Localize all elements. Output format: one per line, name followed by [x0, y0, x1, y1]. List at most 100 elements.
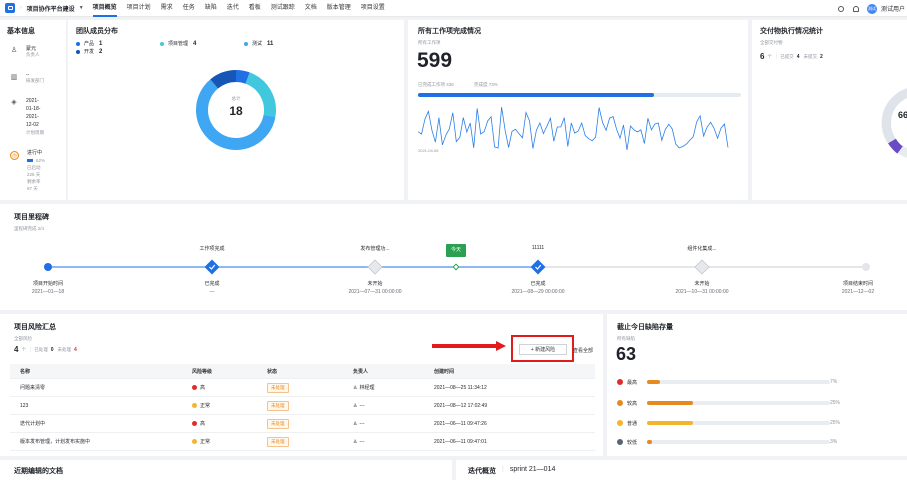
risk-name[interactable]: 问题来清零	[10, 384, 192, 391]
defect-bar-fill	[647, 401, 693, 405]
risk-count: 4	[14, 345, 19, 354]
unhandled-label: 未处理	[57, 346, 72, 352]
defect-percent: 3%	[830, 439, 838, 445]
tab-1[interactable]: 项目计划	[127, 0, 151, 17]
donut-label: 总计	[231, 96, 241, 101]
app-logo-icon[interactable]	[5, 3, 15, 13]
milestone-title: 11111	[531, 245, 545, 251]
started-days: 225 天	[27, 172, 41, 177]
diamond-icon: ◈	[11, 99, 17, 106]
defect-level-row: 普通	[617, 418, 832, 428]
defect-bar-fill	[647, 380, 660, 384]
owner-info: ♙ 蒙元 负责人	[10, 45, 40, 58]
legend-item: 产品 1	[76, 40, 102, 47]
status-progress-icon	[27, 159, 33, 162]
new-risk-button[interactable]: + 新建风险	[519, 344, 567, 355]
tab-9[interactable]: 版本管理	[327, 0, 351, 17]
tab-4[interactable]: 缺陷	[205, 0, 217, 17]
donut-slice-开发	[210, 70, 237, 89]
defect-level-label: 较高	[627, 400, 638, 407]
tab-7[interactable]: 测试跟踪	[271, 0, 295, 17]
defect-level-icon	[617, 400, 623, 406]
period-line: 01-18-	[26, 106, 41, 112]
deliverables-count: 6	[760, 52, 765, 61]
milestone-state: 已完成	[204, 281, 220, 287]
col-name: 名称	[20, 368, 31, 375]
defect-bar-fill	[647, 440, 653, 444]
milestone-node[interactable]	[44, 263, 52, 271]
work-date-label: 2021-04-06	[418, 148, 439, 153]
donut-slice-产品	[235, 70, 250, 84]
work-items-panel: 所有工作项完成情况 所有工作项 599 已完成工作项 436 完成度 73% 2…	[408, 20, 748, 200]
sprint-overview-panel: 迭代概览 | sprint 21—014	[456, 460, 907, 480]
milestone-state: 项目开始时间	[32, 281, 63, 287]
tab-6[interactable]: 看板	[249, 0, 261, 17]
milestone-state: 已完成	[530, 281, 546, 287]
milestone-date: 2021—07—31 00:00:00	[348, 289, 402, 295]
unsubmitted-count: 2	[820, 53, 823, 60]
defect-level-row: 较低	[617, 437, 832, 447]
legend-dot	[160, 41, 164, 46]
avatar[interactable]: 测试	[866, 3, 877, 14]
milestone-node[interactable]	[530, 259, 546, 275]
legend-label: 产品	[84, 41, 95, 47]
risk-name[interactable]: 123	[10, 403, 192, 409]
table-row[interactable]: 问题来清零 高 未处理 ♙ 林经理 2021—08—25 11:34:12	[10, 379, 595, 397]
col-level: 风险等级	[192, 368, 213, 375]
tab-8[interactable]: 文档	[305, 0, 317, 17]
department-info: ▥ -- 研发部门	[10, 72, 44, 84]
milestone-node[interactable]	[862, 263, 870, 271]
period-label: 计划周期	[26, 130, 44, 135]
legend-label: 测试	[252, 41, 263, 47]
tab-2[interactable]: 需求	[161, 0, 173, 17]
risk-level-text: 正常	[200, 402, 211, 409]
tab-5[interactable]: 迭代	[227, 0, 239, 17]
risk-created: 2021—06—11 09:47:26	[434, 420, 487, 427]
table-row[interactable]: 迭代计划中 高 未处理 ♙ --- 2021—06—11 09:47:26	[10, 415, 595, 433]
defect-percent: 25%	[830, 420, 841, 426]
risk-owner: ---	[359, 402, 365, 409]
milestone-title: 发布管理功...	[360, 246, 390, 252]
table-row[interactable]: 版本发布管理，计划发布实施中 正常 未处理 ♙ --- 2021—06—11 09:47:…	[10, 433, 595, 451]
deliverables-stats: 6 个 | 已提交 4 未提交 2	[760, 52, 823, 61]
tab-0[interactable]: 项目概览	[92, 0, 117, 17]
status-state: 进行中	[27, 150, 43, 156]
user-name[interactable]: 测试用户	[881, 4, 905, 13]
work-completed: 已完成工作项 436	[418, 82, 454, 87]
milestone-node[interactable]	[694, 259, 710, 275]
risk-name[interactable]: 迭代计划中	[10, 420, 192, 427]
milestones-panel: 项目里程碑 里程碑完成 2/4 今天 项目开始时间 2021—01—18 工作项完成…	[0, 204, 907, 310]
handled-count: 0	[50, 346, 54, 353]
owner-label: 负责人	[26, 52, 40, 57]
milestone-title: 工作项完成	[199, 246, 225, 252]
risk-name[interactable]: 版本发布管理，计划发布实施中	[10, 438, 192, 445]
milestone-date: —	[209, 289, 215, 295]
defects-title: 截止今日缺陷存量	[617, 324, 673, 331]
tab-3[interactable]: 任务	[183, 0, 195, 17]
legend-count: 11	[267, 40, 274, 47]
legend-item: 开发 2	[76, 48, 102, 55]
project-name[interactable]: 项目协作平台建设	[27, 4, 75, 13]
milestone-node[interactable]	[204, 259, 220, 275]
view-all-link[interactable]: 查看全部	[573, 347, 593, 354]
level-dot-icon	[192, 384, 197, 390]
legend-dot	[76, 41, 80, 46]
milestone-node[interactable]	[367, 259, 383, 275]
tab-10[interactable]: 项目设置	[361, 0, 385, 17]
unhandled-count: 4	[74, 346, 77, 353]
level-dot-icon	[192, 438, 197, 444]
sprint-name[interactable]: sprint 21—014	[510, 466, 556, 476]
chevron-down-icon[interactable]: ▼	[79, 5, 84, 11]
defects-subtitle: 所有缺陷	[617, 336, 635, 341]
defects-total: 63	[616, 344, 637, 364]
team-title: 团队成员分布	[76, 28, 118, 35]
defect-bar-track	[647, 421, 830, 425]
gauge-value: 66	[898, 110, 907, 120]
table-row[interactable]: 123 正常 未处理 ♙ --- 2021—08—12 17:02:49	[10, 397, 595, 415]
help-icon[interactable]	[837, 5, 844, 12]
milestone-date: 2021—08—29 00:00:00	[511, 289, 565, 295]
work-trend-line	[418, 107, 729, 151]
work-subtitle: 所有工作项	[418, 40, 441, 45]
bell-icon[interactable]	[852, 5, 859, 12]
risk-level-text: 高	[200, 420, 206, 427]
